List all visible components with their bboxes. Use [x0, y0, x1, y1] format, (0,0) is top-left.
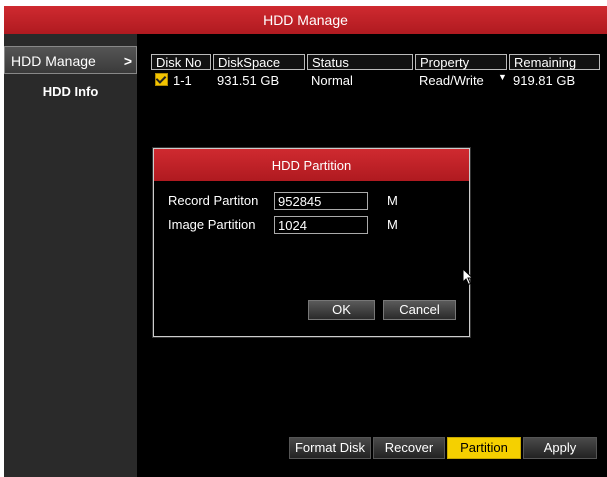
window-title: HDD Manage	[4, 6, 607, 34]
column-header-disk-space: DiskSpace	[213, 54, 305, 70]
main-panel: Disk No DiskSpace Status Property Remain…	[137, 34, 607, 477]
row-select-checkbox[interactable]	[155, 73, 168, 86]
cancel-button[interactable]: Cancel	[383, 300, 456, 320]
partition-button[interactable]: Partition	[447, 437, 521, 459]
recover-button[interactable]: Recover	[373, 437, 445, 459]
dropdown-arrow-icon[interactable]: ▼	[498, 72, 507, 82]
table-row[interactable]: 1-1 931.51 GB Normal Read/Write ▼ 919.81…	[151, 72, 600, 90]
column-header-property: Property	[415, 54, 507, 70]
column-header-status: Status	[307, 54, 413, 70]
hdd-partition-dialog: HDD Partition Record Partiton M Image Pa…	[153, 148, 470, 337]
dialog-title: HDD Partition	[154, 149, 469, 181]
image-partition-row: Image Partition M	[168, 215, 458, 235]
status-cell: Normal	[311, 73, 353, 88]
sidebar-item-hdd-info[interactable]: HDD Info	[4, 78, 137, 106]
mouse-pointer-icon	[462, 268, 474, 286]
disk-no-cell: 1-1	[173, 73, 192, 88]
image-partition-input[interactable]	[274, 216, 368, 234]
column-header-remaining: Remaining	[509, 54, 600, 70]
record-partition-unit: M	[387, 193, 398, 208]
sidebar-item-label: HDD Info	[42, 84, 99, 99]
ok-button[interactable]: OK	[308, 300, 375, 320]
disk-space-cell: 931.51 GB	[217, 73, 280, 88]
hdd-manage-window: HDD Manage HDD Manage > HDD Info Disk No…	[4, 6, 607, 477]
sidebar-item-hdd-manage[interactable]: HDD Manage >	[4, 46, 137, 74]
table-header: Disk No DiskSpace Status Property Remain…	[151, 54, 600, 72]
remaining-cell: 919.81 GB	[513, 73, 576, 88]
image-partition-label: Image Partition	[168, 217, 256, 232]
format-disk-button[interactable]: Format Disk	[289, 437, 371, 459]
sidebar: HDD Manage > HDD Info	[4, 34, 137, 477]
column-header-disk-no: Disk No	[151, 54, 211, 70]
apply-button[interactable]: Apply	[523, 437, 597, 459]
sidebar-item-label: HDD Manage	[11, 53, 96, 69]
record-partition-row: Record Partiton M	[168, 191, 458, 211]
chevron-right-icon: >	[123, 53, 132, 69]
property-cell[interactable]: Read/Write	[415, 72, 507, 90]
image-partition-unit: M	[387, 217, 398, 232]
record-partition-label: Record Partiton	[168, 193, 259, 208]
hdd-table: Disk No DiskSpace Status Property Remain…	[151, 54, 600, 90]
record-partition-input[interactable]	[274, 192, 368, 210]
